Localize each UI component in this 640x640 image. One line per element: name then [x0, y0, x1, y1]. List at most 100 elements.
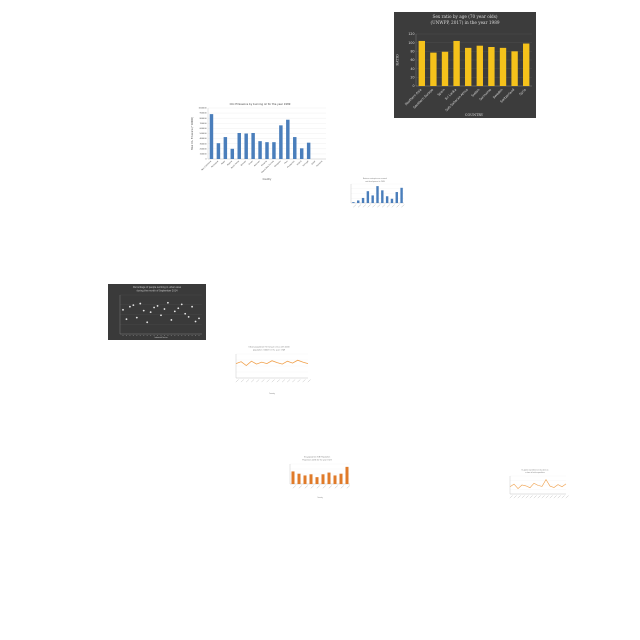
- bar: [488, 47, 495, 86]
- bar: [400, 187, 403, 203]
- scatter-point: [125, 318, 128, 321]
- scatter-point: [170, 319, 173, 321]
- scatter-point: [146, 321, 149, 324]
- bar: [265, 142, 269, 159]
- chart-title: during the month of September 2014: [137, 290, 179, 293]
- y-tick-label: 80: [410, 49, 414, 53]
- scatter-point: [167, 301, 169, 304]
- chart-title: (UNWPP, 2017) in the year 1989: [430, 20, 499, 25]
- population-projection-bar-chart: Gro-population (UN) Population Projection…: [280, 454, 354, 500]
- scatter-point: [149, 311, 152, 314]
- chart-svg: Percentage of people working in urban ar…: [108, 284, 206, 340]
- chart-background: [500, 468, 570, 510]
- y-tick-label: 60: [410, 58, 414, 62]
- scatter-point: [187, 315, 190, 318]
- bar: [523, 43, 530, 86]
- bar: [511, 51, 518, 86]
- y-axis-label: RATIO: [395, 54, 399, 65]
- bar: [244, 133, 248, 159]
- sex-ratio-bar-chart: Sex ratio by age (70 year olds) (UNWPP, 2…: [394, 12, 536, 118]
- bar: [361, 197, 365, 203]
- bar: [381, 190, 384, 203]
- bar: [476, 45, 483, 86]
- scatter-point: [142, 309, 145, 312]
- bar: [309, 474, 313, 484]
- y-tick-label: 20: [410, 75, 414, 79]
- bar: [291, 471, 295, 484]
- y-tick-label: 300000: [200, 143, 208, 145]
- bar: [237, 132, 241, 159]
- bar: [345, 466, 349, 484]
- chart-background: [226, 344, 312, 396]
- bar: [216, 143, 221, 159]
- chart-svg: Urban population (% living in cities wit…: [226, 344, 312, 396]
- chart-title: Projections 2036 for the year 1923: [302, 459, 331, 462]
- bar: [333, 475, 337, 484]
- y-tick-label: 120: [408, 32, 414, 36]
- y-tick-label: 400000: [200, 138, 208, 140]
- chart-title: Sex ratio by age (70 year olds): [432, 14, 497, 19]
- bar: [357, 200, 360, 203]
- bar: [453, 40, 460, 86]
- scatter-point: [173, 310, 176, 313]
- bar: [321, 474, 325, 484]
- bar: [327, 472, 331, 484]
- chart-svg: Ex-public expenditure on education asa s…: [500, 468, 570, 510]
- bar: [306, 142, 311, 159]
- chart-title: Urban population (% living in cities wit…: [249, 346, 291, 349]
- x-axis-label: COUNTRY: [465, 113, 484, 117]
- chart-title: CO₂ Emissions by burning oil for the yea…: [230, 102, 291, 106]
- scatter-point: [139, 302, 142, 305]
- scatter-point: [198, 317, 200, 320]
- y-tick-label: 100000: [200, 154, 208, 156]
- bar: [352, 202, 355, 203]
- scatter-point: [177, 307, 180, 310]
- bar: [251, 132, 255, 159]
- bar: [272, 142, 276, 159]
- bar: [279, 125, 283, 159]
- urban-population-line-chart: Urban population (% living in cities wit…: [226, 344, 312, 396]
- scatter-point: [122, 308, 124, 311]
- chart-svg: CO₂ Emissions by burning oil for the yea…: [190, 100, 330, 182]
- chart-svg: Gro-population (UN) PopulationProjection…: [280, 454, 354, 500]
- bar: [286, 119, 290, 159]
- bar: [395, 192, 398, 203]
- y-tick-label: 200000: [200, 148, 208, 150]
- business-enterprise-bar-chart: Business enterprise on research and devel…: [342, 176, 408, 214]
- bar: [376, 186, 379, 203]
- bar: [297, 473, 301, 484]
- y-tick-label: 1000000: [198, 108, 207, 110]
- bar: [366, 191, 370, 203]
- scatter-point: [135, 316, 138, 319]
- y-tick-label: 600000: [200, 128, 208, 130]
- bar: [258, 141, 262, 159]
- y-tick-label: 100: [408, 41, 414, 45]
- bar: [385, 196, 389, 203]
- bar: [441, 51, 449, 86]
- y-axis-label: Total CO₂ Emissions (* 10000): [191, 117, 194, 150]
- scatter-point: [129, 305, 131, 308]
- bar: [223, 137, 228, 159]
- education-expenditure-line-chart: Ex-public expenditure on education as a s…: [500, 468, 570, 510]
- y-tick-label: 40: [410, 67, 414, 71]
- chart-svg: Business enterprise on researchand devel…: [342, 176, 408, 214]
- scatter-point: [163, 308, 166, 310]
- y-tick-label: 900000: [200, 113, 208, 115]
- y-tick-label: 500000: [200, 133, 208, 135]
- bar: [339, 473, 343, 484]
- scatter-point: [194, 320, 197, 323]
- bar: [315, 477, 319, 484]
- bar: [303, 475, 307, 484]
- chart-title: Gro-population (UN) Population: [304, 456, 330, 459]
- x-axis-label: Country: [263, 178, 272, 181]
- bar: [390, 198, 394, 203]
- scatter-point: [156, 305, 159, 307]
- urban-workers-scatter-chart: Percentage of people working in urban ar…: [108, 284, 206, 340]
- scatter-point: [180, 303, 183, 306]
- bar: [499, 47, 507, 86]
- scatter-point: [191, 305, 193, 308]
- scatter-point: [153, 306, 155, 309]
- bar: [299, 148, 304, 159]
- bar: [430, 52, 437, 86]
- chart-title: population (1000)) in the year 1749: [253, 349, 286, 352]
